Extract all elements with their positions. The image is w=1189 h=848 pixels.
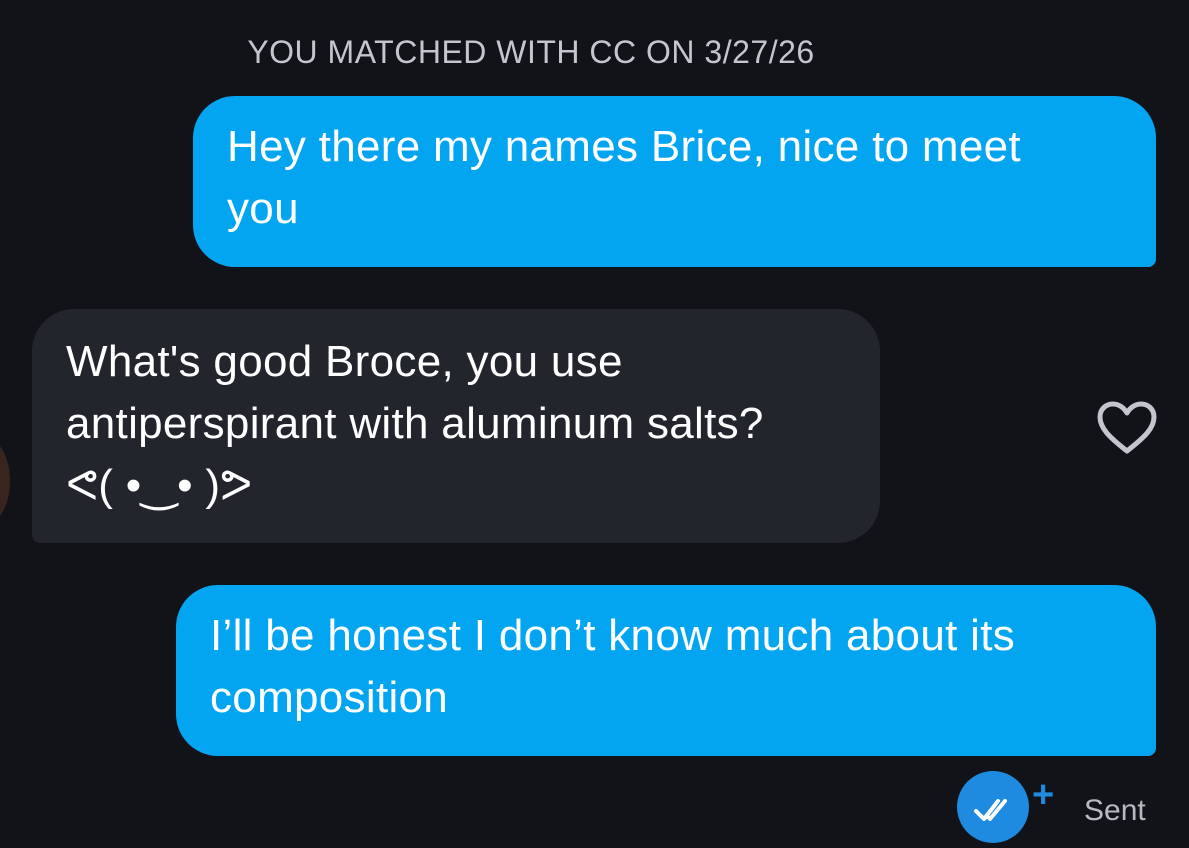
received-message-bubble[interactable]: What's good Broce, you use antiperspiran… <box>32 309 880 543</box>
message-text-line: I’ll be honest I don’t know much about i… <box>210 611 1016 660</box>
message-emoticon-line: ᕙ( •‿• )ᕗ <box>66 461 253 510</box>
message-text-line: you <box>227 184 299 233</box>
match-date-header: YOU MATCHED WITH CC ON 3/27/26 <box>247 34 815 70</box>
sent-message-bubble[interactable]: I’ll be honest I don’t know much about i… <box>176 585 1156 756</box>
match-avatar[interactable] <box>0 438 10 524</box>
message-text-line: Hey there my names Brice, nice to meet <box>227 122 1021 171</box>
sent-message-bubble[interactable]: Hey there my names Brice, nice to meet y… <box>193 96 1156 267</box>
double-check-icon <box>957 771 1029 843</box>
message-text-line: composition <box>210 673 449 722</box>
message-text-line: What's good Broce, you use <box>66 337 623 386</box>
message-text-line: antiperspirant with aluminum salts? <box>66 399 764 448</box>
heart-outline-icon[interactable] <box>1096 400 1158 456</box>
plus-icon[interactable]: + <box>1032 776 1054 814</box>
